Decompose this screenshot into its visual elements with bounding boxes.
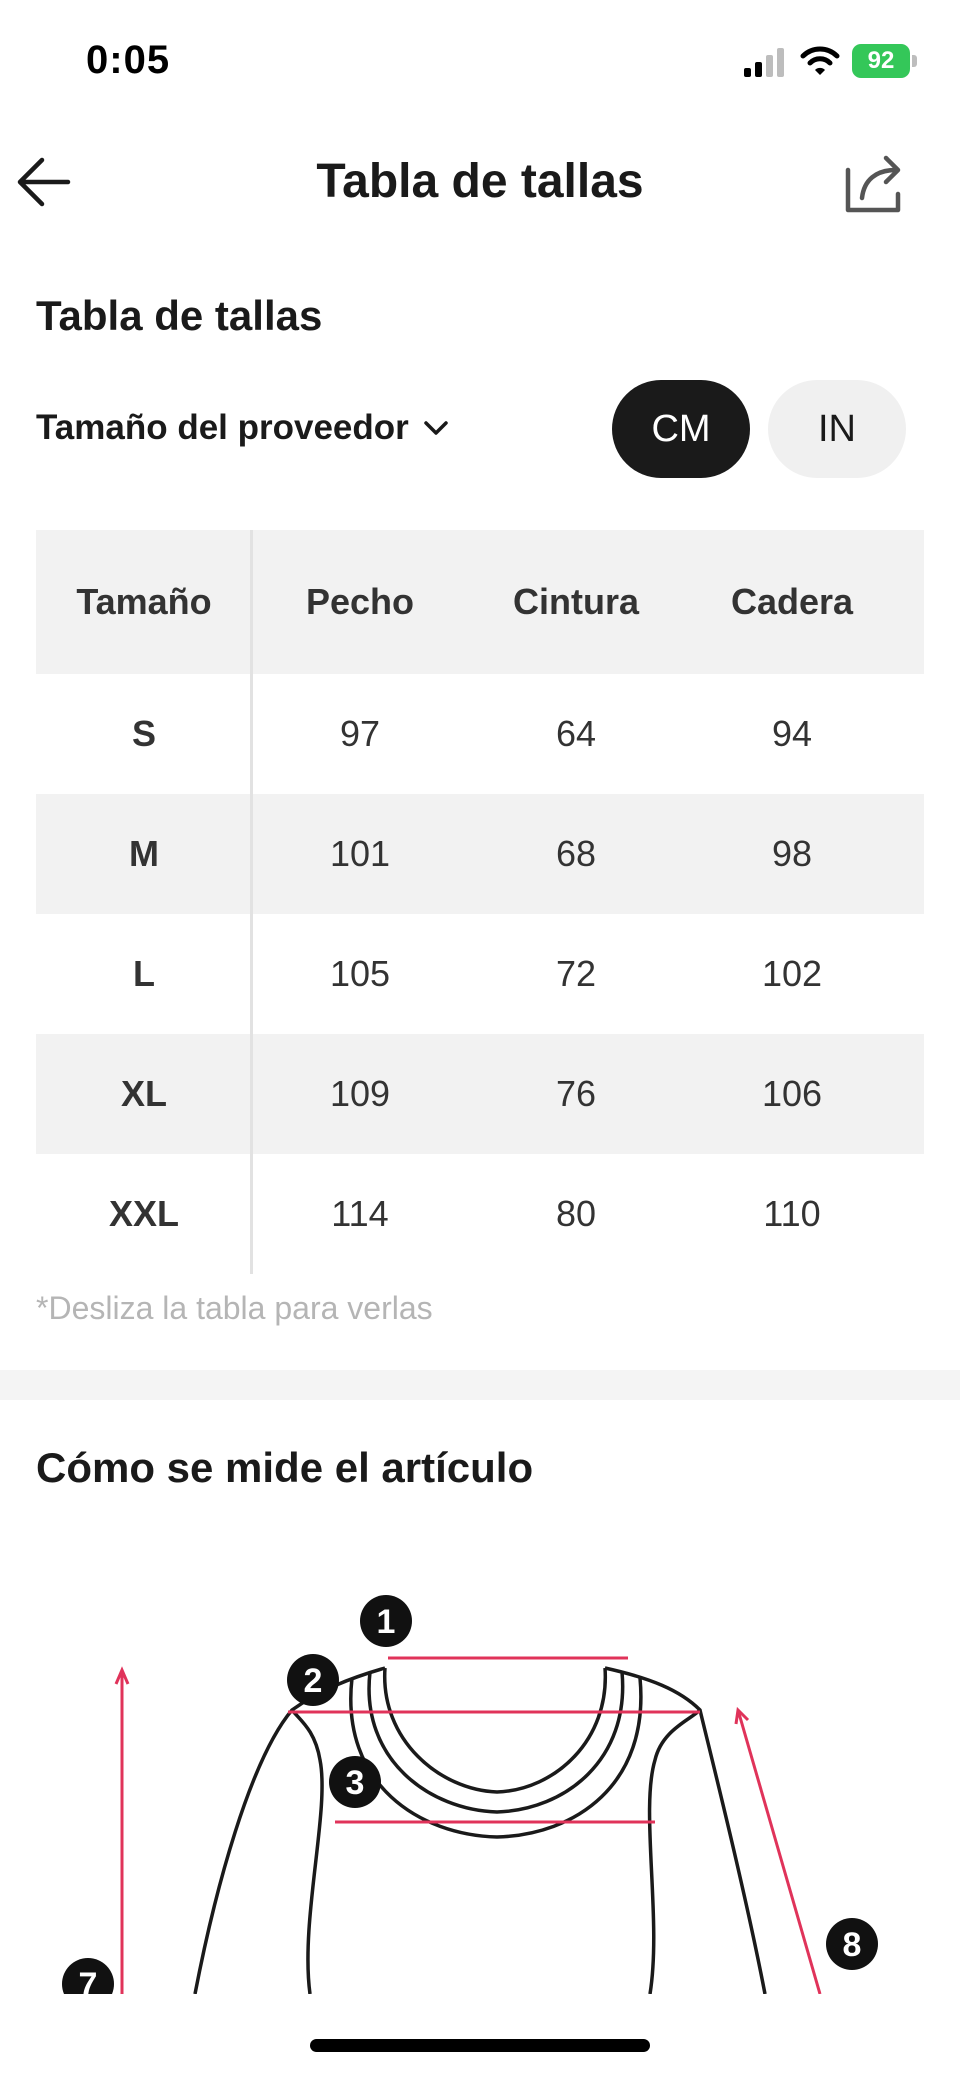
hip-cell: 102 [761, 953, 823, 994]
supplier-size-dropdown[interactable]: Tamaño del proveedor [36, 408, 449, 448]
waist-cell: 76 [555, 1073, 597, 1114]
chest-cell: 97 [339, 713, 381, 754]
share-icon[interactable] [842, 152, 906, 216]
marker-7: 7 [62, 1958, 114, 1994]
chevron-down-icon [424, 421, 448, 435]
table-row: XL 109 76 106 [36, 1034, 924, 1154]
hip-cell: 106 [761, 1073, 823, 1114]
status-time: 0:05 [86, 38, 171, 82]
chest-cell: 105 [329, 953, 391, 994]
marker-8-label: 8 [843, 1926, 862, 1964]
table-row: L 105 72 102 [36, 914, 924, 1034]
marker-3: 3 [329, 1756, 381, 1808]
hip-cell: 94 [771, 713, 813, 754]
size-cell: XXL [108, 1193, 179, 1234]
table-row: XXL 114 80 110 [36, 1154, 924, 1274]
table-row: M 101 68 98 [36, 794, 924, 914]
unit-cm-button[interactable]: CM [612, 380, 750, 478]
header-size: Tamaño [76, 581, 212, 622]
battery-cap [912, 55, 917, 67]
chest-cell: 114 [331, 1193, 389, 1234]
wifi-icon [800, 46, 840, 75]
signal-icon [744, 48, 784, 77]
waist-cell: 80 [555, 1193, 597, 1234]
supplier-size-label: Tamaño del proveedor [36, 408, 409, 447]
marker-1: 1 [360, 1595, 412, 1647]
marker-1-label: 1 [377, 1603, 396, 1641]
table-row: S 97 64 94 [36, 674, 924, 794]
table-header-row: Tamaño Pecho Cintura Cadera [36, 530, 924, 674]
arrow-left-icon[interactable] [14, 150, 74, 214]
header-hip: Cadera [730, 581, 854, 622]
swipe-hint: *Desliza la tabla para verlas [36, 1290, 433, 1326]
marker-8: 8 [826, 1918, 878, 1970]
marker-3-label: 3 [346, 1764, 365, 1802]
battery-level: 92 [852, 44, 910, 78]
measure-section-title: Cómo se mide el artículo [36, 1444, 534, 1491]
unit-in-button[interactable]: IN [768, 380, 906, 478]
marker-7-label: 7 [79, 1966, 98, 1994]
page-title: Tabla de tallas [316, 155, 644, 208]
size-cell: XL [120, 1073, 167, 1114]
size-cell: L [133, 953, 155, 994]
size-table[interactable]: Tamaño Pecho Cintura Cadera S 97 64 94 M… [36, 530, 924, 1274]
waist-cell: 64 [555, 713, 597, 754]
measurement-diagram: 1 2 3 7 8 [0, 1560, 960, 1994]
size-cell: S [131, 713, 156, 754]
sweater-diagram: 1 2 3 7 8 [62, 1595, 878, 1994]
hip-cell: 98 [771, 833, 813, 874]
size-cell: M [129, 833, 159, 874]
header-waist: Cintura [513, 581, 639, 622]
waist-cell: 68 [555, 833, 597, 874]
chest-cell: 101 [329, 833, 391, 874]
nav-bar: Tabla de tallas [0, 130, 960, 240]
table-column-divider [250, 530, 253, 1274]
battery-icon: 92 [852, 44, 918, 78]
marker-2-label: 2 [304, 1662, 323, 1700]
status-bar: 0:05 92 [0, 0, 960, 120]
marker-2: 2 [287, 1654, 339, 1706]
header-chest: Pecho [305, 581, 415, 622]
chest-cell: 109 [329, 1073, 391, 1114]
waist-cell: 72 [555, 953, 597, 994]
hip-cell: 110 [763, 1193, 821, 1234]
section-divider [0, 1370, 960, 1400]
size-chart-title: Tabla de tallas [36, 292, 323, 339]
home-indicator[interactable] [310, 2039, 650, 2052]
